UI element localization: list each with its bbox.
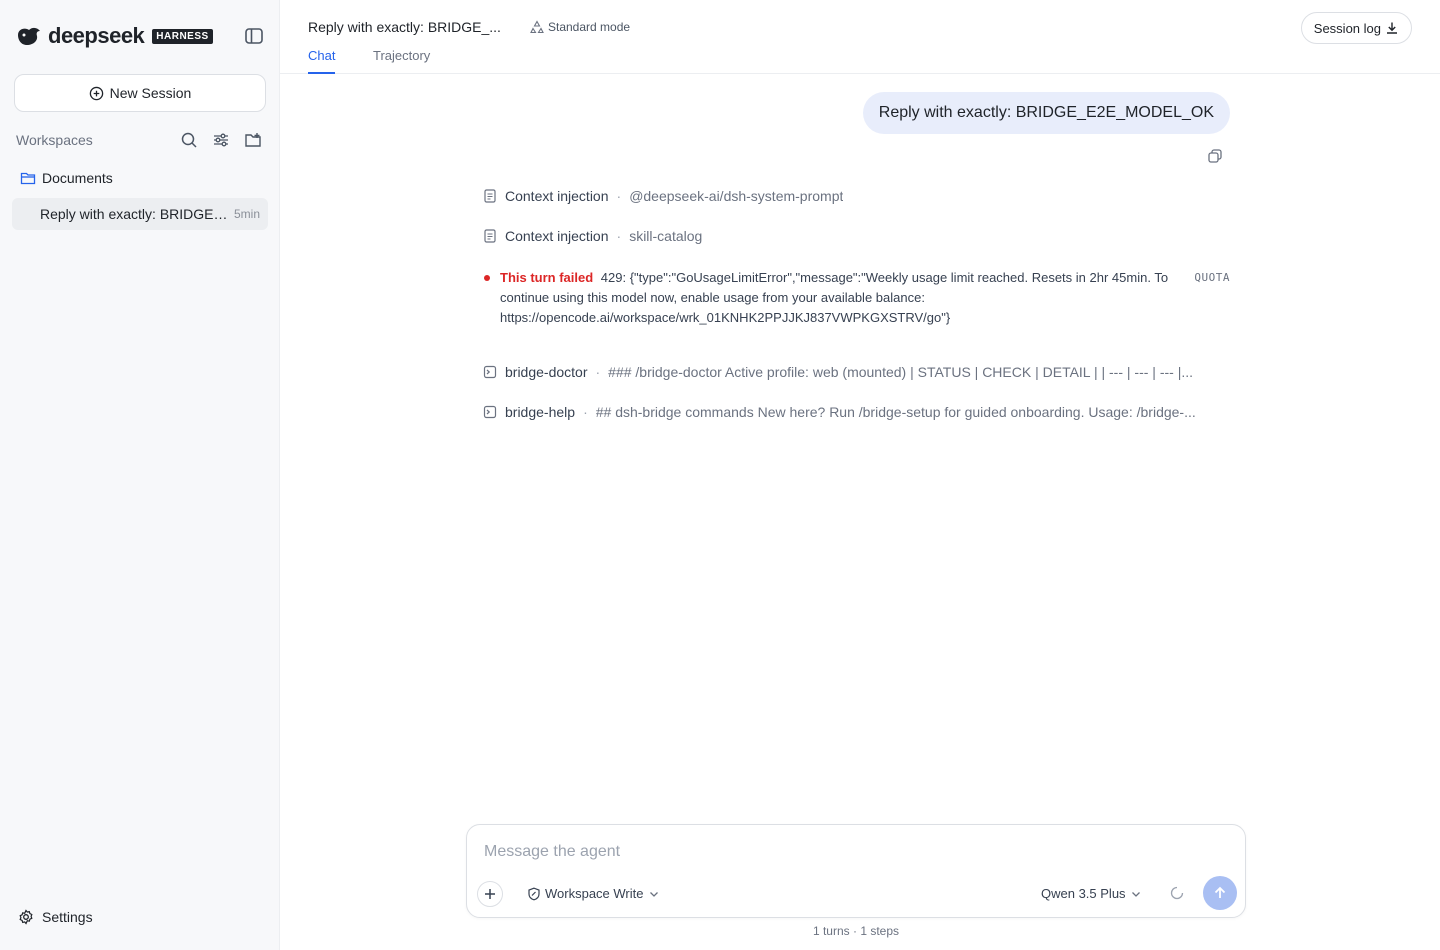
sidebar-toggle-icon[interactable] (244, 27, 264, 45)
step-separator: · (583, 404, 588, 420)
session-list-item[interactable]: Reply with exactly: BRIDGE_E2E_MODEL_OK … (12, 198, 268, 230)
tab-chat[interactable]: Chat (308, 48, 336, 74)
send-button[interactable] (1203, 876, 1237, 910)
copy-icon[interactable] (1207, 148, 1223, 164)
conversation-header: Reply with exactly: BRIDGE_... Standard … (280, 0, 1440, 74)
turn-stats: 1 turns · 1 steps (812, 924, 900, 938)
step-name: Context injection (505, 188, 609, 204)
step-separator: · (616, 228, 622, 244)
command-detail: ### /bridge-doctor Active profile: web (… (608, 364, 1194, 380)
folder-label: Documents (42, 170, 113, 186)
session-title: Reply with exactly: BRIDGE_E2E_MODEL_OK (40, 206, 228, 222)
document-icon (484, 189, 496, 203)
error-message: 429: {"type":"GoUsageLimitError","messag… (500, 270, 1169, 325)
conversation-title: Reply with exactly: BRIDGE_... (308, 19, 501, 35)
command-step-bridge-help[interactable]: bridge-help · ## dsh-bridge commands New… (483, 404, 1230, 420)
context-injection-step[interactable]: Context injection · skill-catalog (483, 228, 1230, 244)
command-detail: ## dsh-bridge commands New here? Run /br… (595, 404, 1196, 420)
session-log-button[interactable]: Session log (1300, 12, 1412, 44)
model-label: Qwen 3.5 Plus (1041, 886, 1126, 901)
step-detail: @deepseek-ai/dsh-system-prompt (629, 188, 844, 204)
filter-sliders-icon[interactable] (212, 131, 230, 149)
loading-spinner-icon (1170, 886, 1184, 900)
turn-error: This turn failed 429: {"type":"GoUsageLi… (483, 268, 1230, 328)
brand-badge: HARNESS (152, 28, 213, 44)
message-composer: Message the agent Workspace Write Qwen 3… (466, 824, 1246, 918)
terminal-icon (483, 365, 497, 379)
settings-label: Settings (42, 909, 93, 925)
whale-logo-icon (18, 27, 40, 45)
session-log-label: Session log (1313, 20, 1381, 36)
plus-icon (485, 889, 495, 899)
arrow-up-icon (1214, 886, 1226, 898)
user-message-bubble: Reply with exactly: BRIDGE_E2E_MODEL_OK (862, 92, 1230, 134)
command-step-bridge-doctor[interactable]: bridge-doctor · ### /bridge-doctor Activ… (483, 364, 1230, 380)
mode-indicator[interactable]: Standard mode (530, 20, 630, 34)
step-name: Context injection (505, 228, 609, 244)
plus-circle-icon (89, 86, 103, 100)
error-tag: QUOTA (1194, 271, 1230, 284)
session-age: 5min (233, 207, 260, 221)
error-label: This turn failed (500, 270, 594, 285)
model-selector[interactable]: Qwen 3.5 Plus (1041, 886, 1142, 901)
new-session-button[interactable]: New Session (14, 74, 266, 112)
new-session-label: New Session (109, 85, 192, 101)
gear-icon (19, 909, 33, 925)
mode-label: Standard mode (548, 20, 631, 34)
context-injection-step[interactable]: Context injection · @deepseek-ai/dsh-sys… (483, 188, 1230, 204)
tab-trajectory[interactable]: Trajectory (373, 48, 430, 74)
terminal-icon (483, 405, 497, 419)
search-icon[interactable] (180, 131, 198, 149)
download-icon (1387, 22, 1397, 34)
step-separator: · (595, 364, 601, 380)
message-input[interactable]: Message the agent (484, 843, 620, 861)
shield-edit-icon (528, 887, 540, 900)
folder-icon (20, 172, 36, 185)
workspace-folder-documents[interactable]: Documents (20, 170, 113, 186)
document-icon (484, 229, 496, 243)
sidebar: deepseek HARNESS New Session Workspaces … (0, 0, 280, 950)
settings-button[interactable]: Settings (18, 909, 93, 925)
chevron-down-icon (649, 891, 658, 897)
command-name: bridge-doctor (505, 364, 588, 380)
workspaces-heading: Workspaces (16, 132, 93, 148)
command-name: bridge-help (505, 404, 576, 420)
step-separator: · (616, 188, 622, 204)
error-dot-icon (484, 275, 490, 281)
permission-label: Workspace Write (545, 886, 644, 901)
brand-wordmark: deepseek (48, 23, 145, 48)
attach-button[interactable] (477, 881, 503, 907)
step-detail: skill-catalog (629, 228, 703, 244)
new-folder-icon[interactable] (244, 131, 262, 149)
brand-logo[interactable]: deepseek HARNESS (16, 23, 213, 48)
permission-dropdown[interactable]: Workspace Write (527, 886, 664, 901)
recycle-icon (530, 20, 544, 34)
chevron-down-icon (1131, 891, 1140, 897)
